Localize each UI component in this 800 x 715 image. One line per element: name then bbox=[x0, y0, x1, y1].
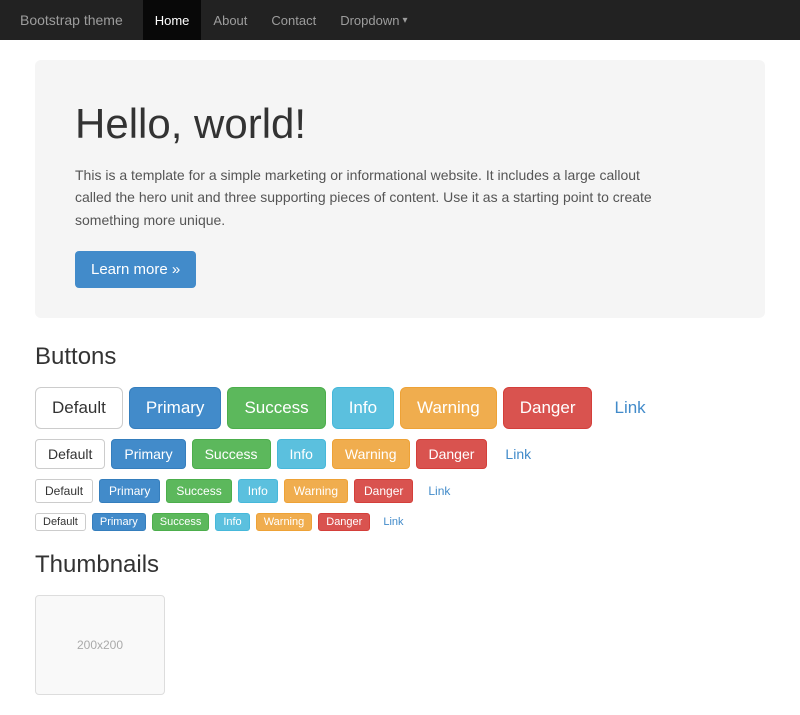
btn-default-xs[interactable]: Default bbox=[35, 513, 86, 531]
btn-link-sm[interactable]: Link bbox=[419, 480, 459, 502]
thumbnails-section-title: Thumbnails bbox=[35, 551, 765, 579]
btn-primary-md[interactable]: Primary bbox=[111, 439, 185, 469]
btn-link-md[interactable]: Link bbox=[493, 440, 543, 468]
buttons-section-title: Buttons bbox=[35, 343, 765, 371]
btn-danger-sm[interactable]: Danger bbox=[354, 479, 413, 503]
btn-warning-xs[interactable]: Warning bbox=[256, 513, 313, 531]
learn-more-button[interactable]: Learn more » bbox=[75, 251, 196, 288]
btn-warning-sm[interactable]: Warning bbox=[284, 479, 348, 503]
btn-link-xs[interactable]: Link bbox=[376, 514, 410, 530]
nav-item-contact[interactable]: Contact bbox=[259, 0, 328, 40]
btn-success-md[interactable]: Success bbox=[192, 439, 271, 469]
btn-info-xs[interactable]: Info bbox=[215, 513, 249, 531]
btn-primary-xs[interactable]: Primary bbox=[92, 513, 146, 531]
nav-item-home[interactable]: Home bbox=[143, 0, 202, 40]
nav-item-about[interactable]: About bbox=[201, 0, 259, 40]
thumbnails-section: Thumbnails 200x200 bbox=[35, 551, 765, 695]
button-row-small: Default Primary Success Info Warning Dan… bbox=[35, 479, 765, 503]
btn-success-sm[interactable]: Success bbox=[166, 479, 231, 503]
navbar: Bootstrap theme Home About Contact Dropd… bbox=[0, 0, 800, 40]
btn-warning-lg[interactable]: Warning bbox=[400, 387, 497, 429]
btn-danger-md[interactable]: Danger bbox=[416, 439, 488, 469]
btn-info-md[interactable]: Info bbox=[277, 439, 326, 469]
btn-success-lg[interactable]: Success bbox=[227, 387, 325, 429]
btn-primary-sm[interactable]: Primary bbox=[99, 479, 160, 503]
navbar-brand[interactable]: Bootstrap theme bbox=[20, 12, 123, 28]
thumbnail-label: 200x200 bbox=[77, 638, 123, 652]
btn-default-md[interactable]: Default bbox=[35, 439, 105, 469]
btn-link-lg[interactable]: Link bbox=[598, 388, 661, 428]
nav-items: Home About Contact Dropdown ▾ bbox=[143, 0, 420, 40]
btn-danger-lg[interactable]: Danger bbox=[503, 387, 593, 429]
button-row-large: Default Primary Success Info Warning Dan… bbox=[35, 387, 765, 429]
btn-primary-lg[interactable]: Primary bbox=[129, 387, 222, 429]
hero-unit: Hello, world! This is a template for a s… bbox=[35, 60, 765, 318]
button-row-medium: Default Primary Success Info Warning Dan… bbox=[35, 439, 765, 469]
btn-default-lg[interactable]: Default bbox=[35, 387, 123, 429]
thumbnail-image[interactable]: 200x200 bbox=[35, 595, 165, 695]
btn-info-sm[interactable]: Info bbox=[238, 479, 278, 503]
main-container: Hello, world! This is a template for a s… bbox=[20, 40, 780, 715]
btn-danger-xs[interactable]: Danger bbox=[318, 513, 370, 531]
btn-info-lg[interactable]: Info bbox=[332, 387, 394, 429]
button-row-xsmall: Default Primary Success Info Warning Dan… bbox=[35, 513, 765, 531]
dropdown-arrow-icon: ▾ bbox=[402, 15, 407, 26]
nav-item-dropdown[interactable]: Dropdown ▾ bbox=[328, 0, 419, 40]
buttons-section: Buttons Default Primary Success Info War… bbox=[35, 343, 765, 531]
btn-success-xs[interactable]: Success bbox=[152, 513, 210, 531]
hero-title: Hello, world! bbox=[75, 100, 725, 148]
hero-description: This is a template for a simple marketin… bbox=[75, 164, 675, 231]
btn-warning-md[interactable]: Warning bbox=[332, 439, 410, 469]
btn-default-sm[interactable]: Default bbox=[35, 479, 93, 503]
